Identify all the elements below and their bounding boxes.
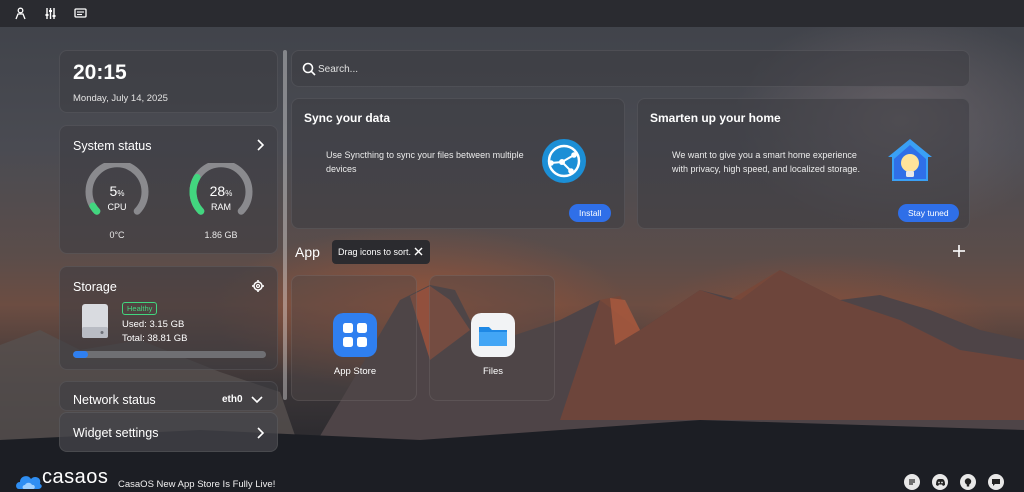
chevron-down-icon[interactable]	[251, 396, 263, 404]
cpu-temp: 0°C	[109, 230, 125, 240]
storage-widget: Storage Healthy Used: 3.15 GB Total: 38.…	[59, 266, 278, 370]
close-icon[interactable]	[414, 247, 423, 256]
tooltip-text: Drag icons to sort.	[338, 247, 412, 257]
promo-card-smart-home: Smarten up your home We want to give you…	[637, 98, 970, 229]
smart-home-icon	[888, 139, 932, 181]
search-icon	[302, 62, 316, 76]
gear-icon[interactable]	[251, 279, 265, 293]
promo-description: We want to give you a smart home experie…	[672, 150, 860, 174]
promo-description: Use Syncthing to sync your files between…	[326, 150, 524, 174]
system-status-title: System status	[73, 139, 152, 153]
message-icon[interactable]	[988, 474, 1004, 490]
sidebar-scrollbar[interactable]	[283, 50, 287, 400]
github-icon[interactable]	[960, 474, 976, 490]
plus-icon[interactable]	[952, 244, 966, 258]
promo-title: Sync your data	[304, 111, 391, 125]
system-status-widget: System status 5% CPU 0°C 28% RAM 1.86 GB	[59, 125, 278, 254]
storage-total: Total: 38.81 GB	[122, 333, 188, 344]
clock-date: Monday, July 14, 2025	[73, 93, 168, 104]
network-interface: eth0	[222, 394, 243, 405]
news-banner[interactable]: CasaOS New App Store Is Fully Live!	[118, 479, 275, 490]
chat-icon[interactable]	[904, 474, 920, 490]
sliders-icon[interactable]	[43, 7, 57, 21]
storage-health-badge: Healthy	[122, 302, 158, 315]
chevron-right-icon	[257, 427, 265, 439]
app-name: Files	[482, 366, 504, 377]
widget-settings-label: Widget settings	[73, 426, 159, 440]
top-bar	[0, 0, 1024, 27]
ram-label: RAM	[211, 202, 231, 212]
storage-usage-bar	[73, 351, 266, 358]
stay-tuned-button[interactable]: Stay tuned	[898, 204, 959, 222]
ram-usage: 1.86 GB	[204, 230, 238, 240]
ram-gauge: 28% RAM	[189, 160, 253, 223]
disk-icon	[82, 304, 108, 338]
app-store-icon	[333, 313, 377, 357]
cpu-label: CPU	[107, 202, 127, 212]
widget-settings-button[interactable]: Widget settings	[59, 412, 278, 452]
clock-time: 20:15	[73, 61, 127, 84]
search-bar	[291, 50, 970, 87]
install-button[interactable]: Install	[569, 204, 612, 222]
network-status-title: Network status	[73, 393, 156, 407]
footer-bar: casaos CasaOS New App Store Is Fully Liv…	[0, 466, 1024, 492]
network-status-widget: Network status eth0	[59, 381, 278, 411]
storage-used: Used: 3.15 GB	[122, 319, 185, 330]
promo-title: Smarten up your home	[650, 111, 781, 125]
folder-icon	[471, 313, 515, 357]
promo-card-sync: Sync your data Use Syncthing to sync you…	[291, 98, 625, 229]
drag-sort-tooltip: Drag icons to sort.	[332, 240, 430, 264]
casaos-logo[interactable]: casaos	[15, 466, 111, 491]
discord-icon[interactable]	[932, 474, 948, 490]
cpu-gauge: 5% CPU	[85, 160, 149, 223]
app-tile-app-store[interactable]: App Store	[291, 275, 417, 401]
ram-value: 28	[209, 183, 226, 199]
storage-title: Storage	[73, 280, 117, 294]
app-name: App Store	[333, 366, 377, 377]
terminal-icon[interactable]	[73, 7, 87, 21]
storage-usage-fill	[73, 351, 89, 358]
search-input[interactable]	[318, 59, 938, 79]
syncthing-icon	[542, 139, 586, 183]
chevron-right-icon[interactable]	[255, 138, 265, 152]
clock-widget: 20:15 Monday, July 14, 2025	[59, 50, 278, 113]
app-tile-files[interactable]: Files	[429, 275, 555, 401]
user-icon[interactable]	[13, 7, 27, 21]
apps-section-title: App	[295, 244, 320, 260]
cpu-unit: %	[117, 189, 125, 198]
ram-unit: %	[225, 189, 233, 198]
